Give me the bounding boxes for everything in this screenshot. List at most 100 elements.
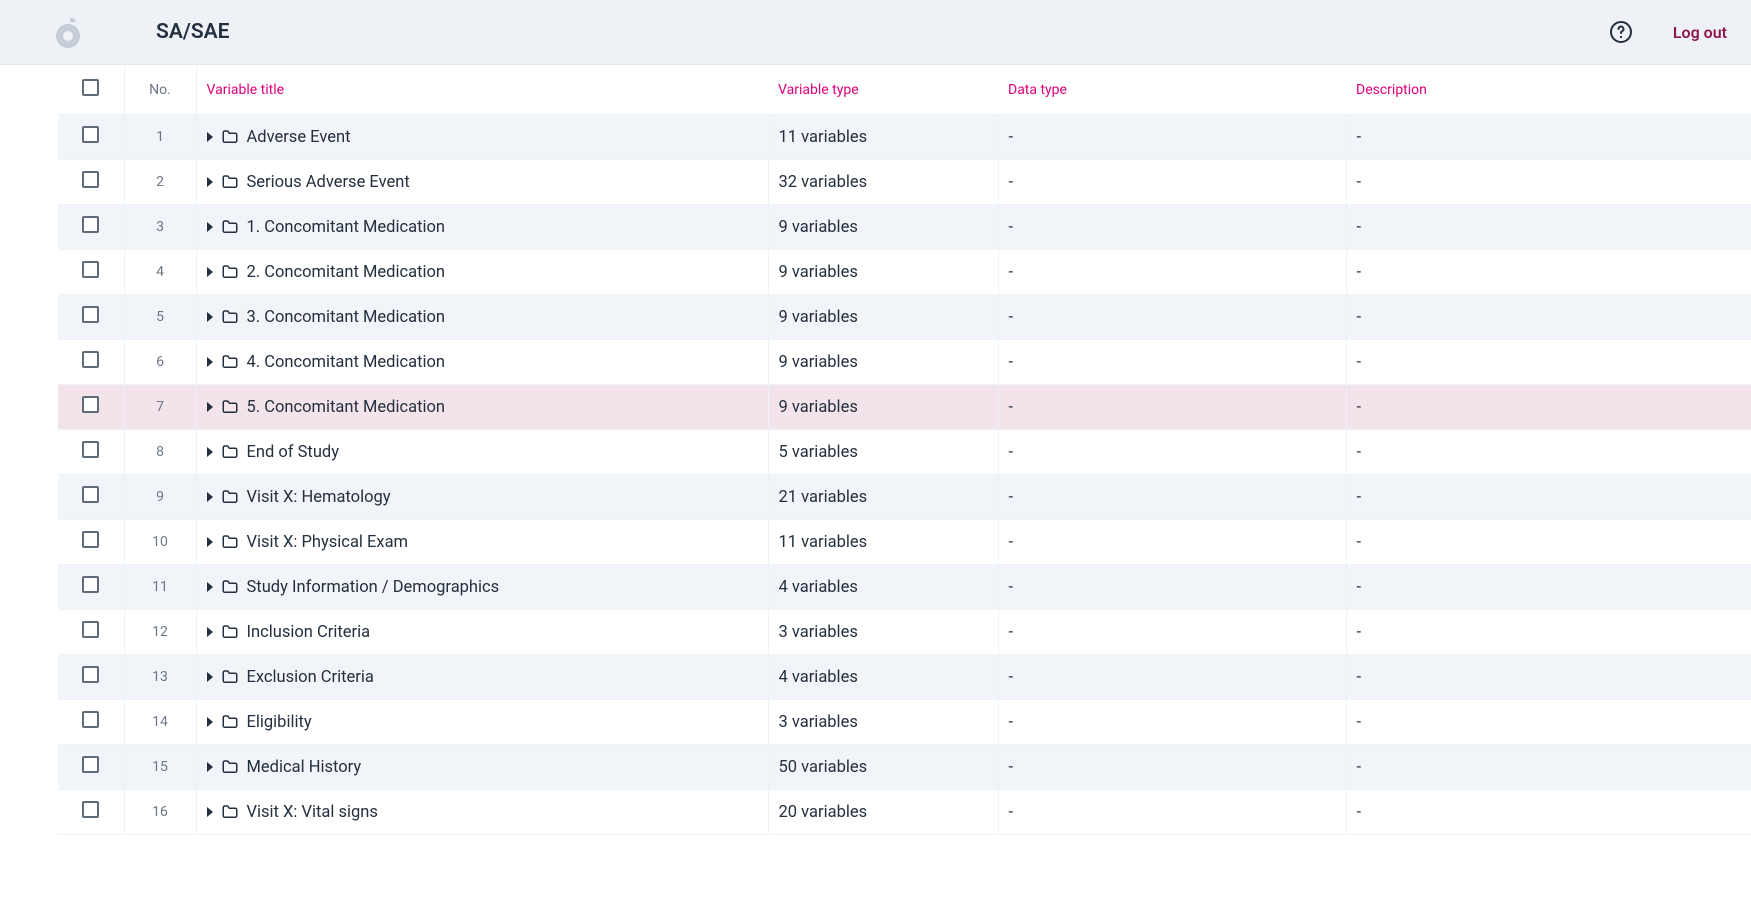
row-checkbox[interactable] (82, 486, 99, 503)
folder-icon (221, 578, 239, 596)
table-row[interactable]: 13Exclusion Criteria4 variables-- (58, 655, 1751, 700)
table-row[interactable]: 31. Concomitant Medication9 variables-- (58, 205, 1751, 250)
table-row[interactable]: 64. Concomitant Medication9 variables-- (58, 340, 1751, 385)
row-checkbox[interactable] (82, 261, 99, 278)
row-checkbox[interactable] (82, 306, 99, 323)
folder-icon (221, 308, 239, 326)
expand-caret-icon[interactable] (207, 177, 213, 187)
row-checkbox[interactable] (82, 351, 99, 368)
folder-icon (221, 263, 239, 281)
expand-caret-icon[interactable] (207, 312, 213, 322)
help-icon[interactable] (1609, 20, 1633, 44)
variable-type: 50 variables (768, 745, 998, 790)
variable-type: 3 variables (768, 700, 998, 745)
variable-type: 11 variables (768, 115, 998, 160)
description: - (1346, 790, 1751, 835)
data-type: - (998, 655, 1346, 700)
table-row[interactable]: 8End of Study5 variables-- (58, 430, 1751, 475)
expand-caret-icon[interactable] (207, 492, 213, 502)
row-number: 13 (124, 655, 196, 700)
row-checkbox[interactable] (82, 576, 99, 593)
variable-title: Serious Adverse Event (247, 173, 410, 192)
expand-caret-icon[interactable] (207, 537, 213, 547)
col-header-dtype[interactable]: Data type (998, 65, 1346, 115)
table-row[interactable]: 11Study Information / Demographics4 vari… (58, 565, 1751, 610)
expand-caret-icon[interactable] (207, 672, 213, 682)
table-row[interactable]: 53. Concomitant Medication9 variables-- (58, 295, 1751, 340)
table-row[interactable]: 14Eligibility3 variables-- (58, 700, 1751, 745)
data-type: - (998, 250, 1346, 295)
data-type: - (998, 430, 1346, 475)
col-header-type[interactable]: Variable type (768, 65, 998, 115)
variable-title: Adverse Event (247, 128, 351, 147)
table-row[interactable]: 15Medical History50 variables-- (58, 745, 1751, 790)
expand-caret-icon[interactable] (207, 222, 213, 232)
table-header-row: No. Variable title Variable type Data ty… (58, 65, 1751, 115)
variable-type: 9 variables (768, 385, 998, 430)
variable-type: 4 variables (768, 565, 998, 610)
variable-title: Exclusion Criteria (247, 668, 374, 687)
expand-caret-icon[interactable] (207, 807, 213, 817)
page-title: SA/SAE (156, 20, 230, 44)
select-all-checkbox[interactable] (82, 79, 99, 96)
variable-type: 9 variables (768, 295, 998, 340)
row-checkbox[interactable] (82, 801, 99, 818)
row-checkbox[interactable] (82, 621, 99, 638)
table-row[interactable]: 2Serious Adverse Event32 variables-- (58, 160, 1751, 205)
table-row[interactable]: 16Visit X: Vital signs20 variables-- (58, 790, 1751, 835)
variable-type: 9 variables (768, 250, 998, 295)
col-header-title[interactable]: Variable title (196, 65, 768, 115)
data-type: - (998, 565, 1346, 610)
variable-type: 5 variables (768, 430, 998, 475)
folder-icon (221, 353, 239, 371)
variable-title: Medical History (247, 758, 362, 777)
expand-caret-icon[interactable] (207, 357, 213, 367)
data-type: - (998, 745, 1346, 790)
row-checkbox[interactable] (82, 126, 99, 143)
expand-caret-icon[interactable] (207, 267, 213, 277)
row-number: 10 (124, 520, 196, 565)
table-row[interactable]: 1Adverse Event11 variables-- (58, 115, 1751, 160)
logout-link[interactable]: Log out (1673, 23, 1727, 42)
description: - (1346, 385, 1751, 430)
expand-caret-icon[interactable] (207, 762, 213, 772)
row-checkbox[interactable] (82, 396, 99, 413)
folder-icon (221, 713, 239, 731)
row-checkbox[interactable] (82, 171, 99, 188)
row-checkbox[interactable] (82, 216, 99, 233)
table-row[interactable]: 10Visit X: Physical Exam11 variables-- (58, 520, 1751, 565)
col-header-no[interactable]: No. (124, 65, 196, 115)
description: - (1346, 745, 1751, 790)
table-row[interactable]: 42. Concomitant Medication9 variables-- (58, 250, 1751, 295)
expand-caret-icon[interactable] (207, 627, 213, 637)
folder-icon (221, 668, 239, 686)
row-checkbox[interactable] (82, 711, 99, 728)
table-row[interactable]: 9Visit X: Hematology21 variables-- (58, 475, 1751, 520)
variable-type: 9 variables (768, 205, 998, 250)
col-header-desc[interactable]: Description (1346, 65, 1751, 115)
expand-caret-icon[interactable] (207, 132, 213, 142)
description: - (1346, 565, 1751, 610)
folder-icon (221, 128, 239, 146)
row-checkbox[interactable] (82, 756, 99, 773)
variable-title: 1. Concomitant Medication (247, 218, 446, 237)
row-number: 8 (124, 430, 196, 475)
variable-title: End of Study (247, 443, 340, 462)
table-row[interactable]: 75. Concomitant Medication9 variables-- (58, 385, 1751, 430)
row-checkbox[interactable] (82, 441, 99, 458)
row-checkbox[interactable] (82, 666, 99, 683)
description: - (1346, 250, 1751, 295)
expand-caret-icon[interactable] (207, 582, 213, 592)
expand-caret-icon[interactable] (207, 447, 213, 457)
expand-caret-icon[interactable] (207, 402, 213, 412)
variable-title: Visit X: Physical Exam (247, 533, 409, 552)
row-number: 2 (124, 160, 196, 205)
table-row[interactable]: 12Inclusion Criteria3 variables-- (58, 610, 1751, 655)
description: - (1346, 520, 1751, 565)
variable-type: 3 variables (768, 610, 998, 655)
expand-caret-icon[interactable] (207, 717, 213, 727)
row-number: 3 (124, 205, 196, 250)
row-number: 4 (124, 250, 196, 295)
folder-icon (221, 758, 239, 776)
row-checkbox[interactable] (82, 531, 99, 548)
